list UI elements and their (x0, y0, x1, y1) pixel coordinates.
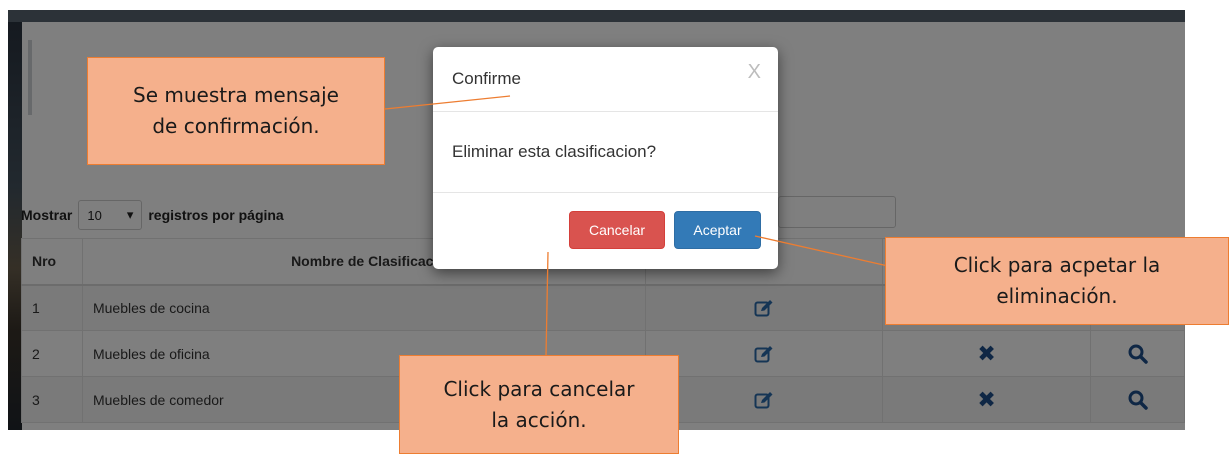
callout-text: Click para acpetar la (953, 253, 1161, 277)
connector-line-cancel (545, 251, 549, 357)
connector-line-confirm (384, 95, 511, 110)
callout-text: Se muestra mensaje (133, 83, 339, 107)
callout-text: eliminación. (996, 284, 1118, 308)
connector-line-accept (754, 235, 889, 267)
callout-text: de confirmación. (152, 114, 320, 138)
callout-confirmation-message: Se muestra mensaje de confirmación. (87, 57, 385, 165)
callout-text: Click para cancelar (443, 376, 635, 401)
callout-text: la acción. (491, 407, 587, 432)
callout-accept: Click para acpetar la eliminación. (885, 237, 1229, 325)
callout-cancel: Click para cancelar la acción. (399, 355, 679, 454)
